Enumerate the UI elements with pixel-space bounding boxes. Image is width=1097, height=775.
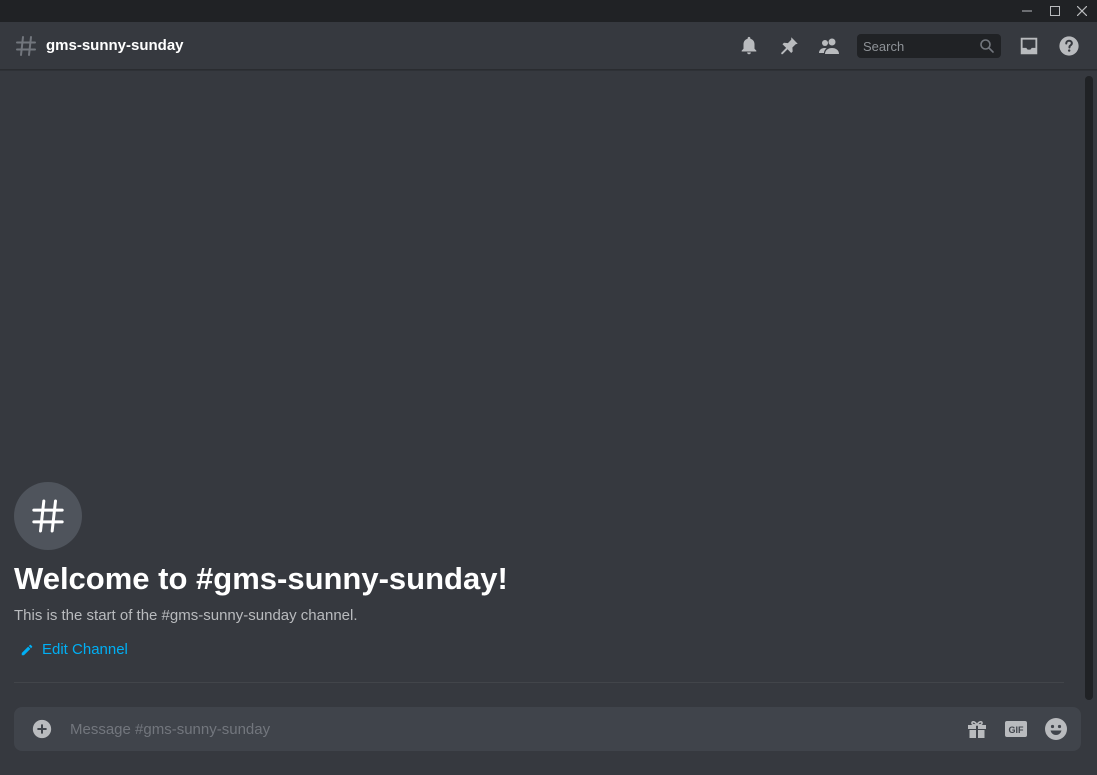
member-list-button[interactable] [817, 34, 841, 58]
channel-name: gms-sunny-sunday [46, 37, 184, 54]
message-composer: GIF [14, 707, 1081, 751]
bell-icon [741, 36, 757, 55]
close-icon [1077, 6, 1087, 16]
hashtag-icon [32, 499, 64, 533]
search-box[interactable] [857, 34, 1001, 58]
emoji-icon [1045, 718, 1067, 740]
search-icon [980, 39, 994, 53]
upload-button[interactable] [30, 717, 54, 741]
window-titlebar [0, 0, 1097, 22]
message-input[interactable] [70, 707, 950, 751]
minimize-icon [1022, 10, 1032, 12]
pin-icon [781, 37, 798, 55]
welcome-channel-avatar [14, 482, 82, 550]
minimize-button[interactable] [1013, 0, 1041, 22]
scrollbar-thumb[interactable] [1085, 76, 1093, 700]
add-attachment-icon [32, 719, 52, 739]
maximize-icon [1050, 6, 1060, 16]
gift-icon [968, 721, 986, 738]
inbox-icon [1020, 37, 1038, 55]
welcome-subtitle: This is the start of the #gms-sunny-sund… [14, 607, 358, 624]
gif-icon: GIF [1005, 721, 1027, 737]
help-button[interactable] [1057, 34, 1081, 58]
pencil-icon [21, 644, 33, 656]
search-input[interactable] [857, 34, 989, 58]
maximize-button[interactable] [1041, 0, 1069, 22]
help-icon [1059, 36, 1079, 56]
edit-channel-label: Edit Channel [42, 641, 128, 658]
channel-header: gms-sunny-sunday [0, 22, 1097, 70]
gif-button[interactable]: GIF [1004, 717, 1028, 741]
welcome-title: Welcome to #gms-sunny-sunday! [14, 561, 508, 596]
divider [14, 682, 1064, 683]
notification-settings-button[interactable] [737, 34, 761, 58]
pinned-messages-button[interactable] [777, 34, 801, 58]
gift-button[interactable] [965, 717, 989, 741]
members-icon [819, 38, 839, 54]
message-scrollbar[interactable] [1085, 76, 1093, 700]
emoji-button[interactable] [1044, 717, 1068, 741]
hashtag-icon [14, 34, 38, 58]
svg-text:GIF: GIF [1009, 725, 1025, 735]
close-button[interactable] [1068, 0, 1096, 22]
inbox-button[interactable] [1017, 34, 1041, 58]
edit-channel-button[interactable]: Edit Channel [20, 640, 128, 660]
